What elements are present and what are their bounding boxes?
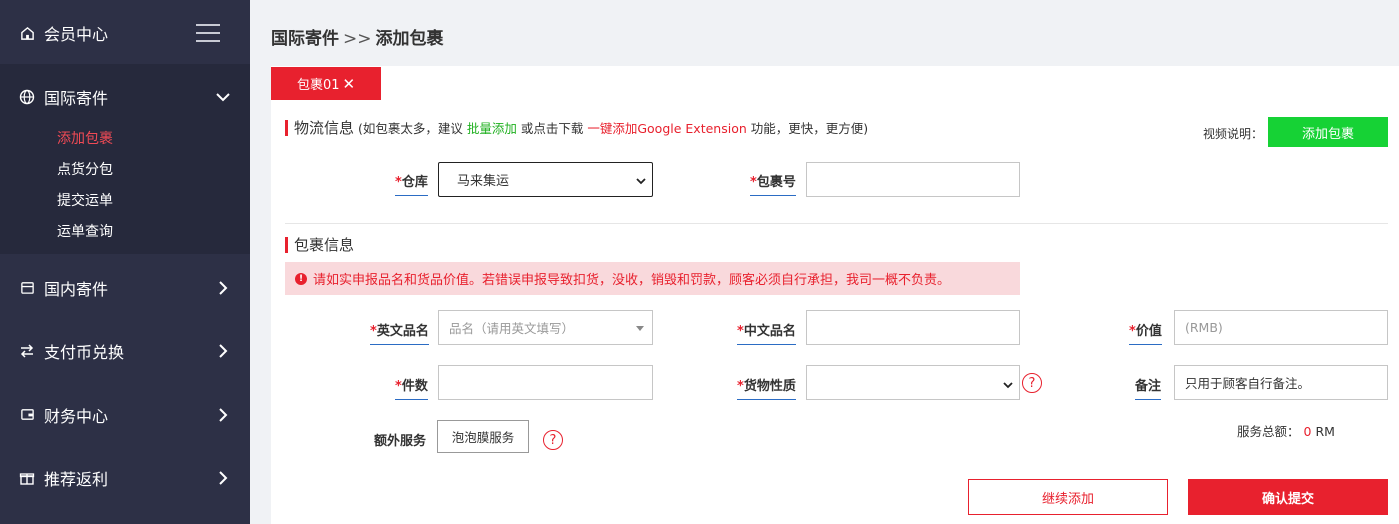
bulk-add-link[interactable]: 批量添加 [467, 121, 517, 136]
chevron-right-icon [214, 406, 232, 424]
sidebar-item-exchange[interactable]: 支付币兑换 [0, 319, 250, 382]
english-name-select[interactable]: 品名（请用英文填写） [438, 310, 653, 345]
continue-add-button[interactable]: 继续添加 [968, 479, 1168, 515]
alert-icon: ! [295, 272, 307, 285]
chevron-right-icon [214, 279, 232, 297]
chevron-down-icon [214, 88, 232, 106]
remark-label: 备注 [1135, 375, 1162, 400]
breadcrumb-separator: >> [343, 29, 372, 49]
add-parcel-button[interactable]: 添加包裹 [1268, 117, 1388, 147]
caret-down-icon [636, 326, 644, 331]
help-icon[interactable]: ? [1022, 373, 1042, 393]
sidebar-item-domestic[interactable]: 国内寄件 [0, 256, 250, 319]
logistics-note: (如包裹太多，建议 批量添加 或点击下载 一键添加Google Extensio… [358, 121, 869, 136]
warehouse-label: *仓库 [395, 171, 428, 196]
logistics-section-title: 物流信息 (如包裹太多，建议 批量添加 或点击下载 一键添加Google Ext… [285, 117, 868, 138]
section-divider [285, 223, 1388, 224]
value-label: *价值 [1129, 320, 1162, 345]
goods-nature-label: *货物性质 [737, 375, 796, 400]
declaration-alert: ! 请如实申报品名和货品价值。若错误申报导致扣货，没收，销毁和罚款，顾客必须自行承… [285, 262, 1020, 295]
chevron-down-icon [1003, 378, 1013, 389]
sidebar-submenu: 添加包裹 点货分包 提交运单 运单查询 [0, 120, 250, 254]
sidebar-item-label: 推荐返利 [44, 469, 109, 489]
extension-link[interactable]: 一键添加Google Extension [587, 121, 746, 136]
chinese-name-label: *中文品名 [737, 320, 796, 345]
breadcrumb-current: 添加包裹 [375, 29, 444, 49]
sidebar-sub-submit-waybill[interactable]: 提交运单 [57, 190, 113, 210]
tab-parcel-01[interactable]: 包裹01 ✕ [271, 67, 381, 100]
exchange-icon [19, 343, 35, 359]
close-icon[interactable]: ✕ [342, 75, 355, 93]
sidebar-item-referral[interactable]: 推荐返利 [0, 446, 250, 509]
parcel-section-title: 包裹信息 [285, 234, 354, 255]
english-name-label: *英文品名 [370, 320, 429, 345]
sidebar: 会员中心 国际寄件 添加包裹 点货分包 提交运单 运单查询 国内寄件 支付币兑换 [0, 0, 250, 524]
parcel-number-input[interactable] [806, 162, 1020, 197]
sidebar-item-label: 国内寄件 [44, 279, 109, 299]
breadcrumb-parent[interactable]: 国际寄件 [271, 29, 339, 49]
gift-icon [19, 470, 35, 486]
chevron-down-icon [636, 175, 646, 185]
sidebar-item-label: 财务中心 [44, 406, 109, 426]
confirm-submit-button[interactable]: 确认提交 [1188, 479, 1388, 515]
goods-nature-select[interactable] [806, 365, 1020, 400]
extra-service-label: 额外服务 [374, 434, 427, 449]
tab-label: 包裹01 [296, 78, 340, 93]
box-icon [19, 280, 35, 296]
quantity-input[interactable] [438, 365, 653, 400]
warehouse-select[interactable]: 马来集运 [438, 162, 653, 197]
breadcrumb: 国际寄件 >> 添加包裹 [271, 24, 444, 49]
video-guide-label: 视频说明： [1203, 127, 1264, 141]
sidebar-sub-track-waybill[interactable]: 运单查询 [57, 221, 113, 241]
chevron-right-icon [214, 342, 232, 360]
wallet-icon [19, 407, 35, 423]
chevron-right-icon [214, 469, 232, 487]
quantity-label: *件数 [395, 375, 428, 400]
sidebar-sub-add-parcel[interactable]: 添加包裹 [57, 128, 113, 148]
sidebar-item-label: 支付币兑换 [44, 342, 125, 362]
chinese-name-input[interactable] [806, 310, 1020, 345]
globe-icon [19, 89, 35, 105]
sidebar-item-label: 会员中心 [44, 25, 109, 44]
sidebar-sub-check-split[interactable]: 点货分包 [57, 159, 113, 179]
remark-input[interactable]: 只用于顾客自行备注。 [1174, 365, 1388, 400]
menu-toggle-icon[interactable] [196, 24, 220, 48]
home-icon [19, 25, 35, 41]
sidebar-item-label: 国际寄件 [44, 89, 109, 108]
value-input[interactable]: (RMB) [1174, 310, 1388, 345]
bubble-wrap-button[interactable]: 泡泡膜服务 [437, 420, 529, 453]
help-icon[interactable]: ? [543, 430, 563, 450]
service-total: 服务总额： 0 RM [1237, 424, 1335, 439]
sidebar-item-finance[interactable]: 财务中心 [0, 383, 250, 446]
parcel-number-label: *包裹号 [750, 171, 796, 196]
